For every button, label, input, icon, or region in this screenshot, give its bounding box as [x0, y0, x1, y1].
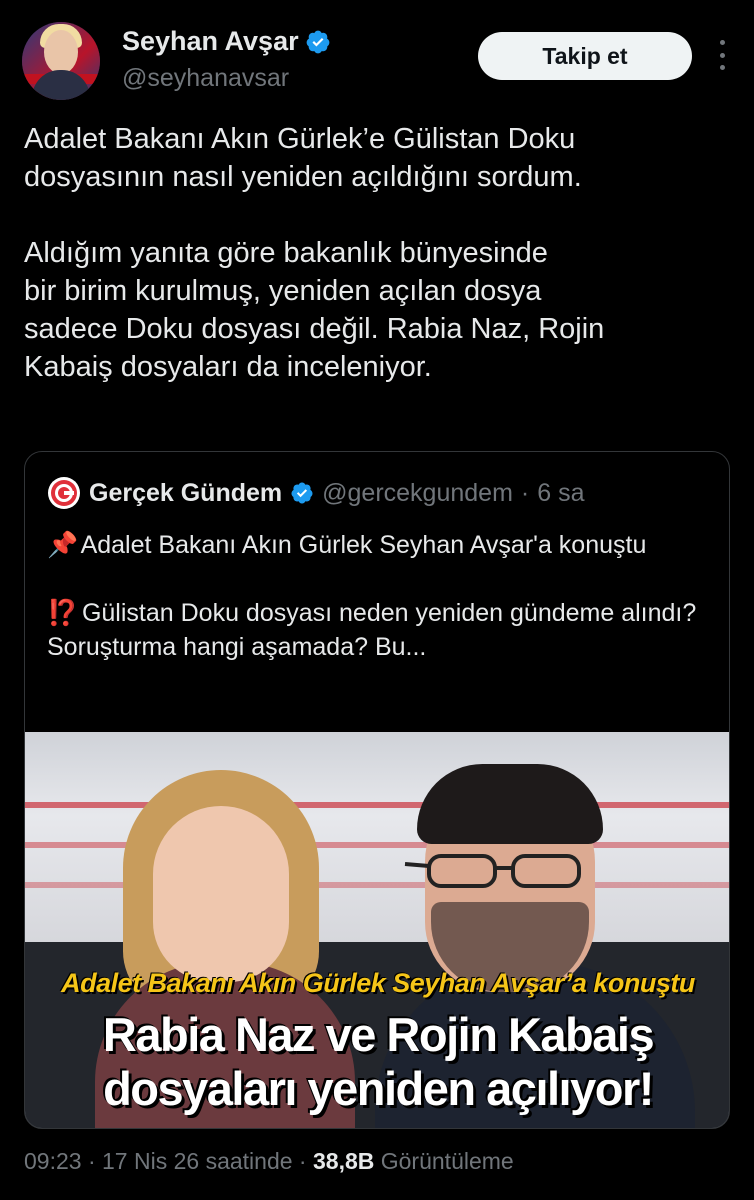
- tweet-text: Adalet Bakanı Akın Gürlek’e Gülistan Dok…: [24, 120, 734, 386]
- quoted-author-handle[interactable]: @gercekgundem: [322, 479, 513, 508]
- pushpin-icon: 📌: [47, 531, 79, 559]
- author-name-row[interactable]: Seyhan Avşar: [122, 26, 331, 57]
- exclamation-question-icon: ⁉️: [47, 599, 79, 627]
- image-caption-top: Adalet Bakanı Akın Gürlek Seyhan Avşar’a…: [61, 968, 695, 998]
- view-count-label: Görüntüleme: [380, 1148, 514, 1174]
- quoted-tweet-card[interactable]: Gerçek Gündem @gercekgundem · 6 sa 📌 Ada…: [24, 451, 730, 1129]
- tweet-meta: 09:23 · 17 Nis 26 saatinde · 38,8B Görün…: [24, 1148, 514, 1175]
- tweet-header: Seyhan Avşar @seyhanavsar Takip et: [22, 22, 732, 102]
- image-headline-line: dosyaları yeniden açılıyor!: [103, 1062, 654, 1115]
- tweet-date[interactable]: 17 Nis 26 saatinde: [102, 1148, 293, 1174]
- quoted-line-text: Gülistan Doku dosyası neden yeniden günd…: [47, 599, 697, 661]
- author-name[interactable]: Seyhan Avşar: [122, 26, 299, 57]
- quoted-text: 📌 Adalet Bakanı Akın Gürlek Seyhan Avşar…: [47, 528, 717, 664]
- tweet-paragraph: Aldığım yanıta göre bakanlık bünyesinde …: [24, 237, 605, 383]
- separator-dot: ·: [87, 1148, 96, 1174]
- more-vertical-icon[interactable]: [710, 40, 734, 70]
- quoted-line: ⁉️ Gülistan Doku dosyası neden yeniden g…: [47, 596, 717, 664]
- quoted-line: 📌 Adalet Bakanı Akın Gürlek Seyhan Avşar…: [47, 528, 717, 562]
- quoted-header: Gerçek Gündem @gercekgundem · 6 sa: [47, 476, 585, 510]
- tweet-paragraph: Adalet Bakanı Akın Gürlek’e Gülistan Dok…: [24, 123, 582, 193]
- quoted-author-name[interactable]: Gerçek Gündem: [89, 479, 282, 508]
- view-count: 38,8B: [312, 1148, 375, 1174]
- image-headline-line: Rabia Naz ve Rojin Kabaiş: [102, 1008, 655, 1061]
- author-avatar[interactable]: [22, 22, 100, 100]
- quoted-line-text: Adalet Bakanı Akın Gürlek Seyhan Avşar'a…: [80, 531, 647, 559]
- quoted-time[interactable]: 6 sa: [537, 479, 584, 508]
- verified-badge-icon: [291, 482, 313, 504]
- separator-dot: ·: [298, 1148, 307, 1174]
- quoted-image[interactable]: Adalet Bakanı Akın Gürlek Seyhan Avşar’a…: [25, 732, 729, 1128]
- tweet-time[interactable]: 09:23: [24, 1148, 82, 1174]
- image-headline: Rabia Naz ve Rojin Kabaiş dosyaları yeni…: [25, 1008, 729, 1116]
- quoted-avatar-logo-icon[interactable]: [47, 476, 81, 510]
- follow-button[interactable]: Takip et: [478, 32, 692, 80]
- author-handle[interactable]: @seyhanavsar: [122, 64, 289, 93]
- verified-badge-icon: [306, 30, 329, 53]
- separator-dot: ·: [520, 478, 530, 507]
